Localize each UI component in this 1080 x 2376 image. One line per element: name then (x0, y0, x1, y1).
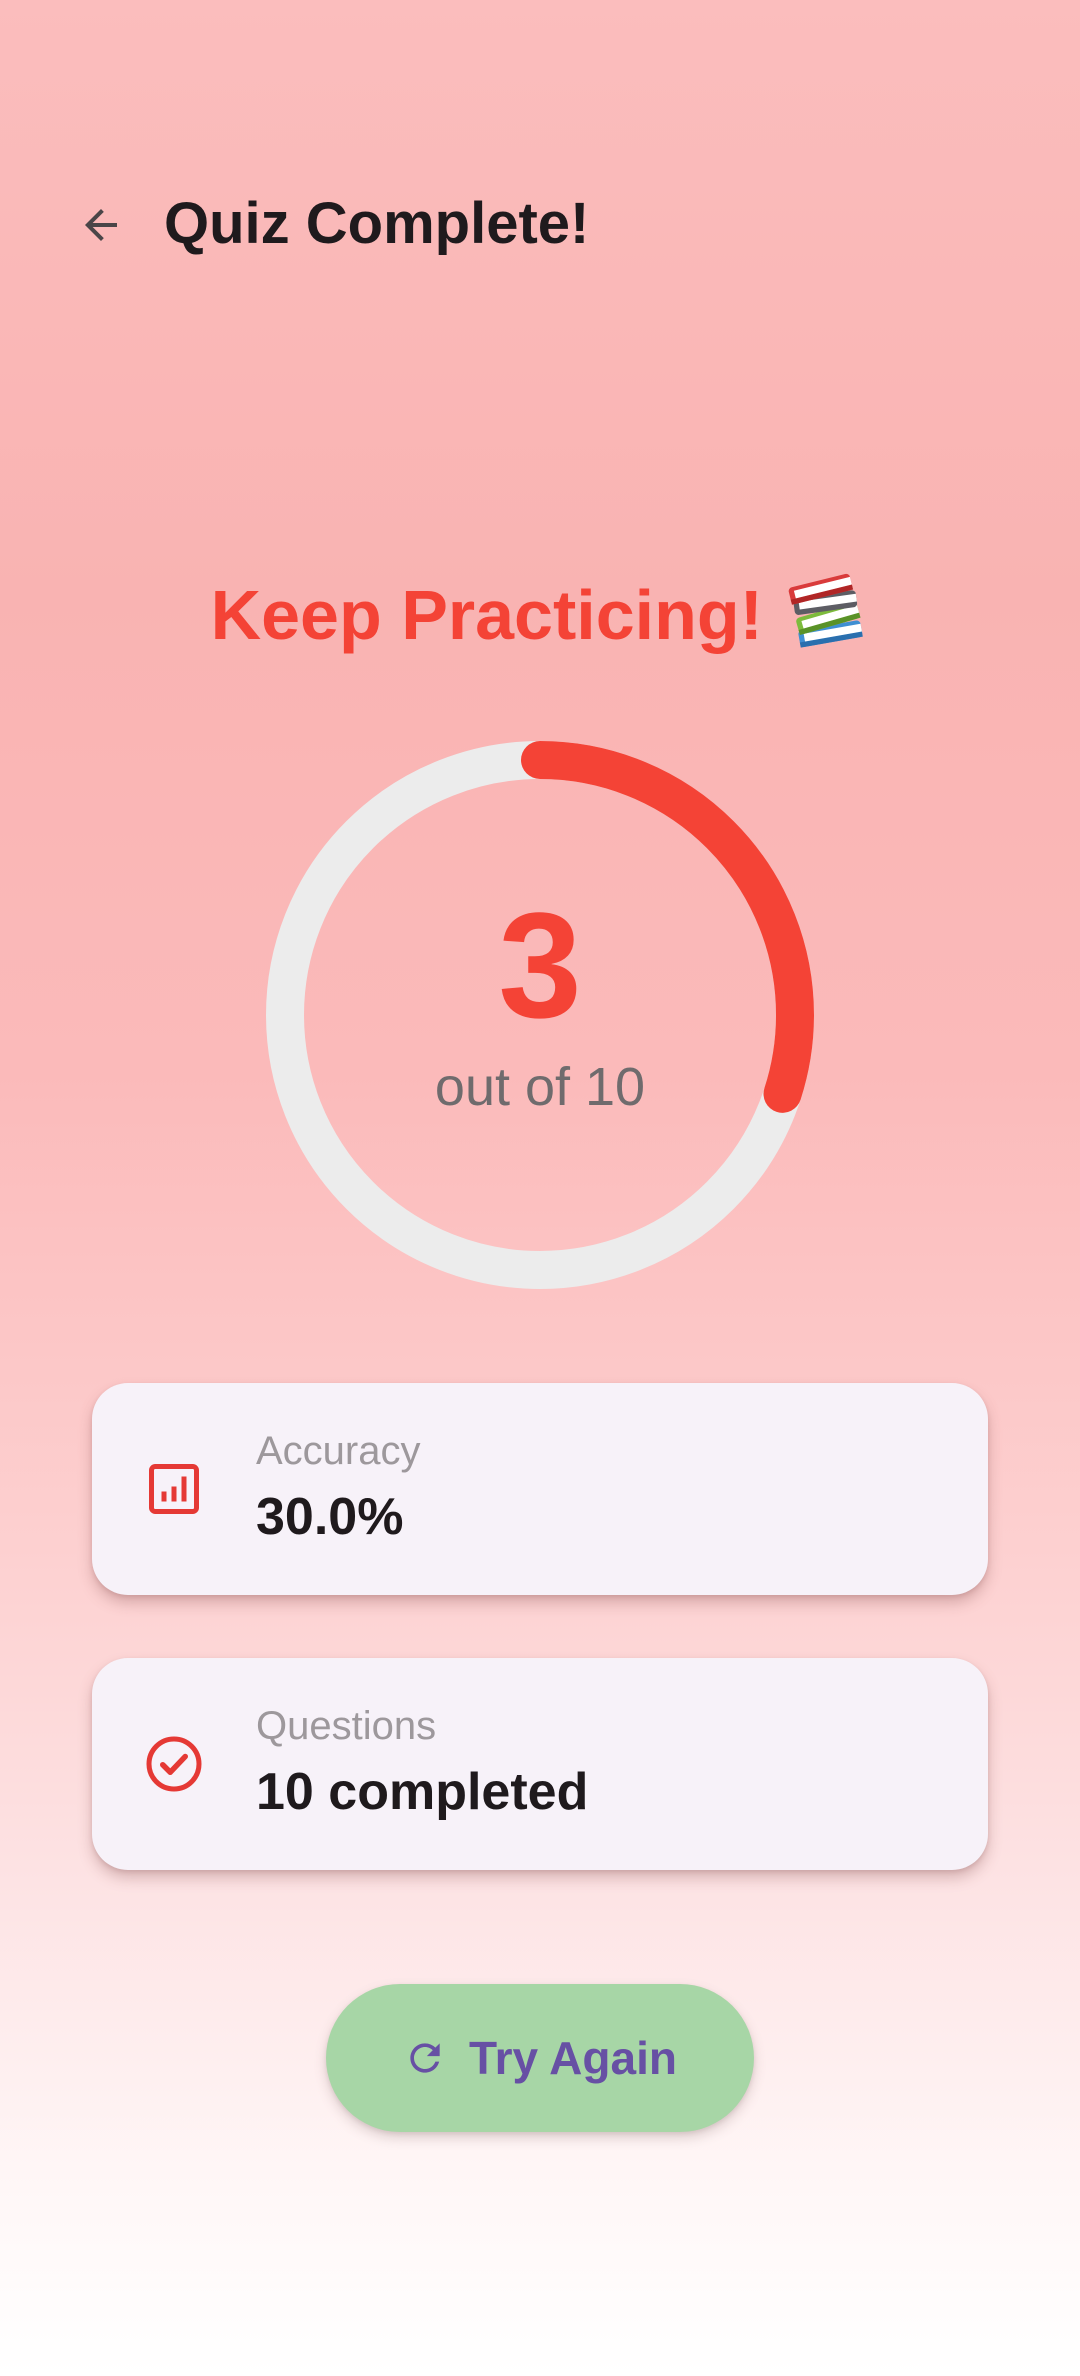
analytics-icon (149, 1464, 199, 1514)
page-title: Quiz Complete! (164, 191, 590, 256)
back-button[interactable] (60, 184, 142, 266)
result-headline: Keep Practicing! (0, 560, 1080, 670)
refresh-icon (410, 2043, 440, 2073)
accuracy-label: Accuracy (256, 1429, 421, 1473)
accuracy-value: 30.0% (256, 1488, 404, 1546)
headline-text: Keep Practicing! (210, 576, 763, 654)
questions-card: Questions 10 completed (92, 1658, 988, 1870)
try-again-button[interactable]: Try Again (326, 1984, 754, 2132)
questions-label: Questions (256, 1704, 437, 1748)
score-progress-ring: 3 out of 10 (265, 740, 815, 1290)
try-again-label: Try Again (469, 2032, 677, 2084)
check-circle-icon (146, 1736, 202, 1792)
accuracy-card: Accuracy 30.0% (92, 1383, 988, 1595)
arrow-back-icon (85, 209, 117, 241)
app-bar: Quiz Complete! (0, 150, 1080, 290)
score-value: 3 (498, 881, 582, 1049)
books-emoji-icon (789, 573, 864, 648)
score-total-label: out of 10 (434, 1057, 646, 1117)
questions-value: 10 completed (256, 1763, 589, 1821)
